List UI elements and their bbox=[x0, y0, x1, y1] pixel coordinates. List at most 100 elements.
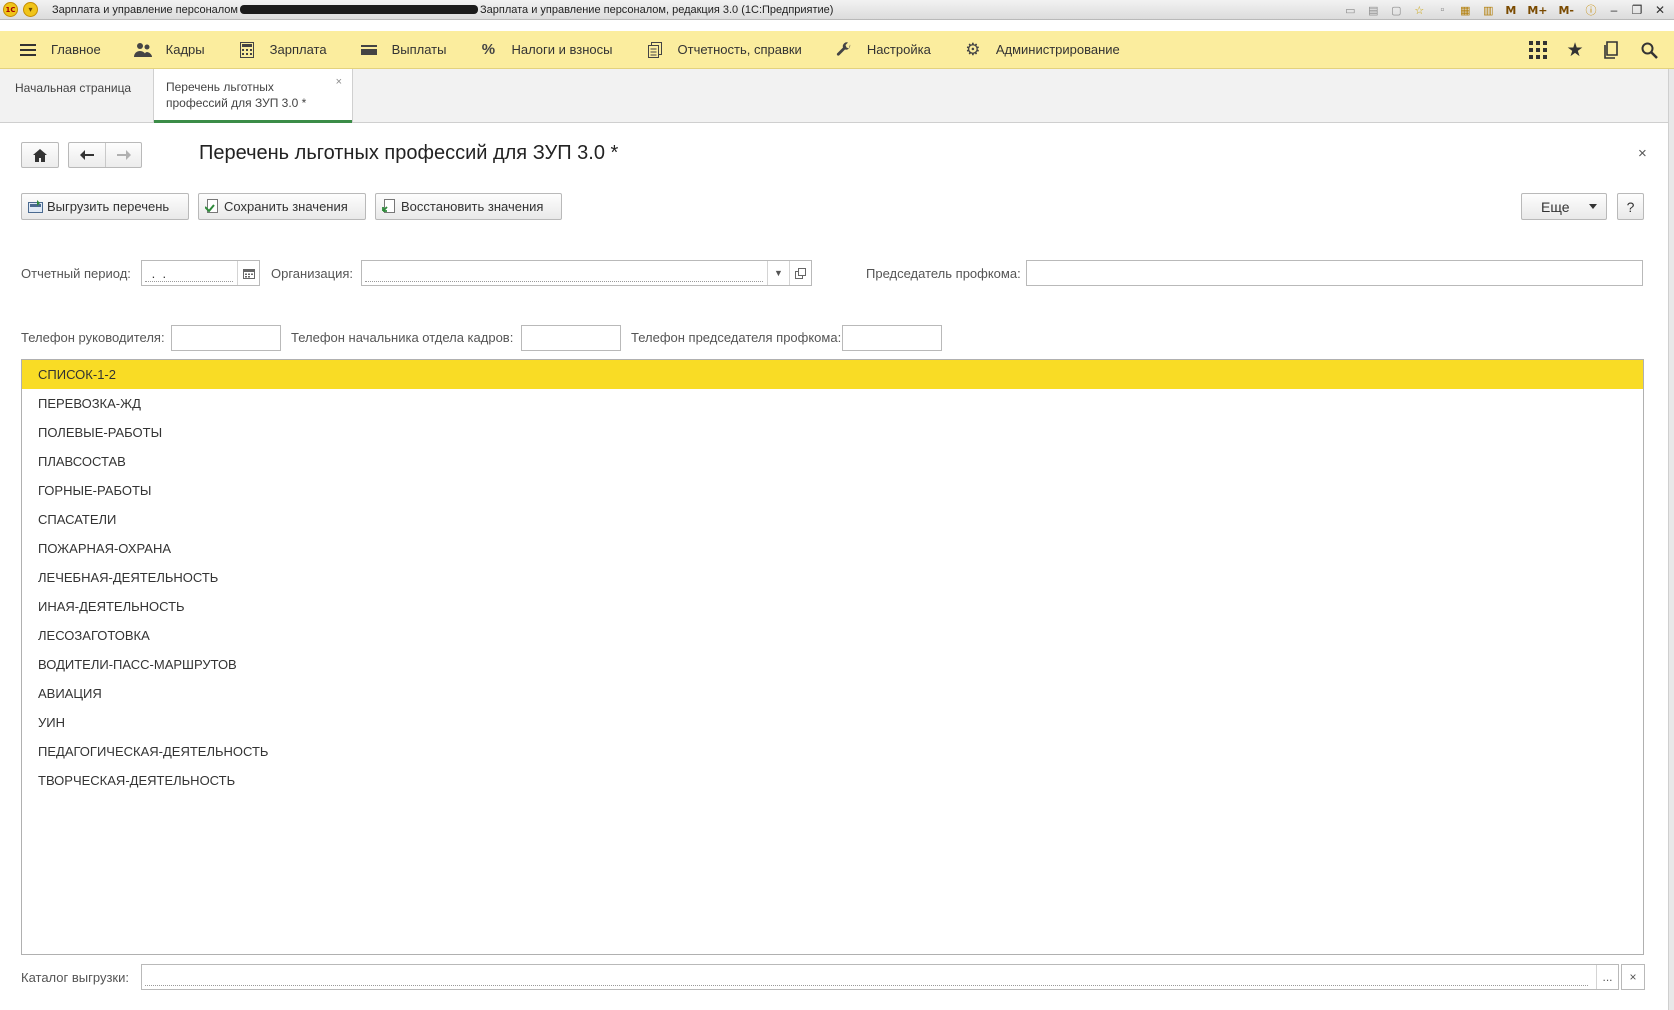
search-icon[interactable] bbox=[1638, 39, 1660, 61]
close-window-icon[interactable]: ✕ bbox=[1651, 1, 1669, 19]
documents-icon bbox=[645, 40, 665, 60]
hr-phone-input[interactable] bbox=[522, 326, 620, 350]
sections-right-tools: ★ bbox=[1512, 31, 1660, 69]
list-item[interactable]: ЛЕСОЗАГОТОВКА bbox=[22, 621, 1643, 650]
history-icon[interactable] bbox=[1601, 39, 1623, 61]
list-item[interactable]: ПОЛЕВЫЕ-РАБОТЫ bbox=[22, 418, 1643, 447]
section-main[interactable]: Главное bbox=[0, 31, 101, 69]
list-item[interactable]: ИНАЯ-ДЕЯТЕЛЬНОСТЬ bbox=[22, 592, 1643, 621]
print-icon[interactable]: ▤ bbox=[1364, 1, 1382, 19]
forward-button[interactable] bbox=[105, 143, 141, 167]
catalog-field[interactable]: ... bbox=[141, 964, 1619, 990]
professions-list[interactable]: СПИСОК-1-2 ПЕРЕВОЗКА-ЖД ПОЛЕВЫЕ-РАБОТЫ ПЛАВ… bbox=[21, 359, 1644, 955]
list-item[interactable]: СПИСОК-1-2 bbox=[22, 360, 1643, 389]
head-phone-label: Телефон руководителя: bbox=[21, 330, 165, 345]
wrench-icon bbox=[834, 40, 854, 60]
home-icon bbox=[33, 148, 47, 162]
save-disk-icon[interactable]: ▭ bbox=[1341, 1, 1359, 19]
section-admin[interactable]: ⚙ Администрирование bbox=[945, 31, 1120, 69]
organization-open-button[interactable] bbox=[789, 261, 811, 285]
chairman-phone-label: Телефон председателя профкома: bbox=[631, 330, 842, 345]
section-salary[interactable]: Зарплата bbox=[219, 31, 327, 69]
arrow-left-icon bbox=[80, 150, 94, 160]
list-item[interactable]: АВИАЦИЯ bbox=[22, 679, 1643, 708]
app-logo-icon[interactable]: 1С bbox=[3, 2, 18, 17]
favorites-star-icon[interactable]: ★ bbox=[1564, 39, 1586, 61]
help-button[interactable]: ? bbox=[1617, 193, 1644, 220]
calendar-tool-icon[interactable]: ▥ bbox=[1479, 1, 1497, 19]
section-label: Зарплата bbox=[269, 42, 327, 57]
home-button[interactable] bbox=[22, 143, 58, 167]
list-item[interactable]: ПОЖАРНАЯ-ОХРАНА bbox=[22, 534, 1643, 563]
head-phone-input[interactable] bbox=[172, 326, 280, 350]
arrow-right-icon bbox=[116, 150, 131, 160]
chairman-phone-field[interactable] bbox=[842, 325, 942, 351]
open-windows-panel: Начальная страница Перечень льготных про… bbox=[0, 69, 1674, 123]
list-item[interactable]: ТВОРЧЕСКАЯ-ДЕЯТЕЛЬНОСТЬ bbox=[22, 766, 1643, 795]
export-icon bbox=[27, 199, 43, 215]
save-values-button[interactable]: Сохранить значения bbox=[198, 193, 366, 220]
list-item[interactable]: ЛЕЧЕБНАЯ-ДЕЯТЕЛЬНОСТЬ bbox=[22, 563, 1643, 592]
history-nav-group bbox=[68, 142, 142, 168]
list-item[interactable]: СПАСАТЕЛИ bbox=[22, 505, 1643, 534]
tab-home-page[interactable]: Начальная страница bbox=[0, 69, 153, 123]
chairman-input[interactable] bbox=[1027, 261, 1642, 285]
info-icon[interactable]: ⓘ bbox=[1582, 1, 1600, 19]
percent-icon: % bbox=[481, 41, 496, 58]
organization-label: Организация: bbox=[271, 266, 354, 281]
catalog-select-button[interactable]: ... bbox=[1596, 965, 1618, 989]
form-close-icon[interactable]: × bbox=[1638, 145, 1647, 162]
window-toolbar: ▭ ▤ ▢ ☆ ▫ ▦ ▥ M M+ M- ⓘ – ❐ ✕ bbox=[1341, 0, 1674, 20]
sections-panel: Главное Кадры Зарплата Выплаты % Налоги … bbox=[0, 31, 1674, 69]
export-list-button[interactable]: Выгрузить перечень bbox=[21, 193, 189, 220]
period-field[interactable] bbox=[141, 260, 260, 286]
restore-values-label: Восстановить значения bbox=[401, 199, 544, 214]
memory-plus-button[interactable]: M+ bbox=[1524, 1, 1550, 19]
minimize-icon[interactable]: – bbox=[1605, 1, 1623, 19]
apps-grid-icon[interactable] bbox=[1527, 39, 1549, 61]
section-reports[interactable]: Отчетность, справки bbox=[627, 31, 802, 69]
head-phone-field[interactable] bbox=[171, 325, 281, 351]
chairman-label: Председатель профкома: bbox=[866, 266, 1021, 281]
section-payments[interactable]: Выплаты bbox=[341, 31, 446, 69]
system-menu-icon[interactable]: ▾ bbox=[23, 2, 38, 17]
organization-field[interactable]: ▼ bbox=[361, 260, 812, 286]
list-item[interactable]: ПЕДАГОГИЧЕСКАЯ-ДЕЯТЕЛЬНОСТЬ bbox=[22, 737, 1643, 766]
list-item[interactable]: ВОДИТЕЛИ-ПАСС-МАРШРУТОВ bbox=[22, 650, 1643, 679]
organization-dropdown-button[interactable]: ▼ bbox=[767, 261, 789, 285]
list-item[interactable]: ПЛАВСОСТАВ bbox=[22, 447, 1643, 476]
memory-minus-button[interactable]: M- bbox=[1555, 1, 1577, 19]
calculator-tool-icon[interactable]: ▦ bbox=[1456, 1, 1474, 19]
copy-link-icon[interactable]: ▫ bbox=[1433, 1, 1451, 19]
memory-m-button[interactable]: M bbox=[1502, 1, 1519, 19]
favorite-add-icon[interactable]: ☆ bbox=[1410, 1, 1428, 19]
section-label: Кадры bbox=[165, 42, 205, 57]
list-item[interactable]: ГОРНЫЕ-РАБОТЫ bbox=[22, 476, 1643, 505]
section-taxes[interactable]: % Налоги и взносы bbox=[460, 31, 613, 69]
section-hr[interactable]: Кадры bbox=[115, 31, 205, 69]
list-item[interactable]: ПЕРЕВОЗКА-ЖД bbox=[22, 389, 1643, 418]
catalog-clear-button[interactable]: × bbox=[1621, 964, 1645, 990]
list-item[interactable]: УИН bbox=[22, 708, 1643, 737]
tab-preferential-professions[interactable]: Перечень льготных профессий для ЗУП 3.0 … bbox=[153, 69, 353, 123]
preview-icon[interactable]: ▢ bbox=[1387, 1, 1405, 19]
chairman-phone-input[interactable] bbox=[843, 326, 941, 350]
open-form-icon bbox=[795, 267, 806, 279]
calendar-button[interactable] bbox=[237, 261, 259, 285]
restore-values-button[interactable]: Восстановить значения bbox=[375, 193, 562, 220]
back-button[interactable] bbox=[69, 143, 105, 167]
section-settings[interactable]: Настройка bbox=[816, 31, 931, 69]
hr-phone-field[interactable] bbox=[521, 325, 621, 351]
more-menu-button[interactable]: Еще bbox=[1521, 193, 1607, 220]
redacted-text bbox=[239, 5, 478, 15]
period-label: Отчетный период: bbox=[21, 266, 131, 281]
menu-icon bbox=[18, 40, 38, 60]
tab-close-icon[interactable]: × bbox=[336, 74, 342, 90]
calculator-icon bbox=[237, 40, 257, 60]
restore-window-icon[interactable]: ❐ bbox=[1628, 1, 1646, 19]
home-nav-group bbox=[21, 142, 59, 168]
tab-label: Начальная страница bbox=[15, 81, 132, 95]
save-values-icon bbox=[204, 199, 220, 215]
chairman-field[interactable] bbox=[1026, 260, 1643, 286]
hr-phone-label: Телефон начальника отдела кадров: bbox=[291, 330, 514, 345]
